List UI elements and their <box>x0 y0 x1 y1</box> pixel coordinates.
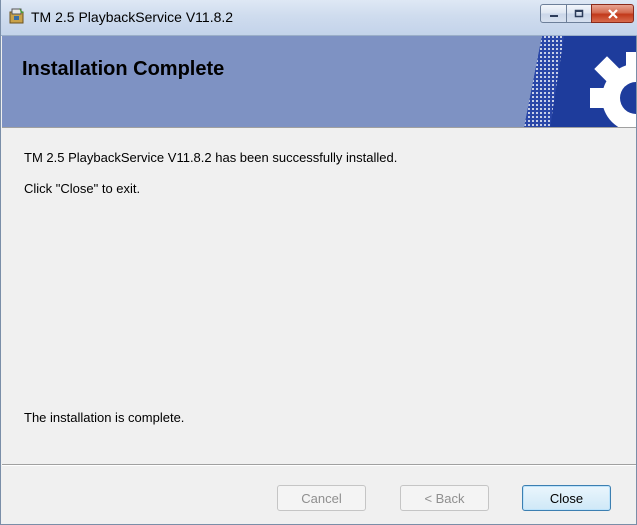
maximize-icon <box>574 9 584 18</box>
cancel-button[interactable]: Cancel <box>277 485 366 511</box>
installer-window: TM 2.5 PlaybackService V11.8.2 Installat… <box>0 0 637 525</box>
maximize-button[interactable] <box>566 4 592 23</box>
instruction-text: Click "Close" to exit. <box>24 181 141 196</box>
gear-graphic <box>524 36 636 127</box>
divider <box>2 464 636 466</box>
page-title: Installation Complete <box>22 58 225 80</box>
caption-buttons <box>540 4 634 24</box>
close-window-button[interactable] <box>591 4 634 23</box>
minimize-icon <box>549 14 558 17</box>
success-message: TM 2.5 PlaybackService V11.8.2 has been … <box>24 150 398 165</box>
minimize-button[interactable] <box>540 4 567 23</box>
title-bar[interactable]: TM 2.5 PlaybackService V11.8.2 <box>1 0 637 36</box>
close-icon <box>607 8 618 19</box>
content-area: TM 2.5 PlaybackService V11.8.2 has been … <box>2 128 636 464</box>
status-text: The installation is complete. <box>24 410 185 425</box>
close-button[interactable]: Close <box>522 485 611 511</box>
window-title: TM 2.5 PlaybackService V11.8.2 <box>31 9 234 25</box>
installer-icon <box>8 7 26 25</box>
header-banner: Installation Complete <box>2 36 636 128</box>
back-button[interactable]: < Back <box>400 485 489 511</box>
